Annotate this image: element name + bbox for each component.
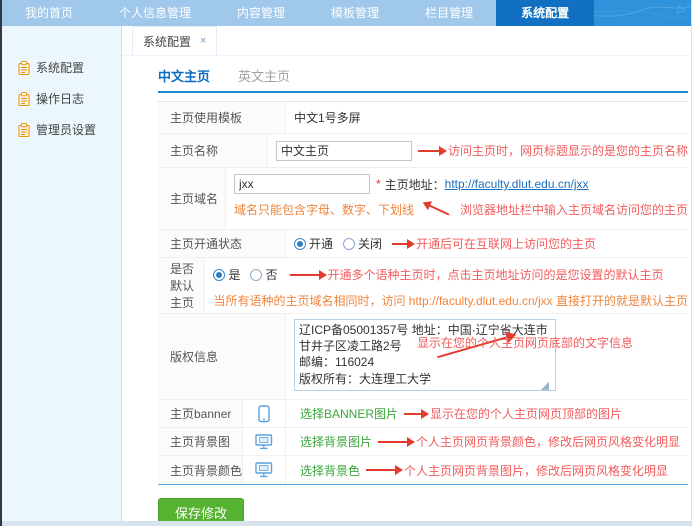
tab-bar: 系统配置 × — [122, 26, 691, 56]
sidebar-item-label: 操作日志 — [36, 90, 84, 107]
clipboard-icon — [18, 92, 30, 106]
tab-system-config[interactable]: 系统配置 × — [132, 26, 217, 55]
tab-label: 系统配置 — [143, 33, 191, 50]
row-background-image: 主页背景图 选择背景图片 个人主页网页背 — [158, 428, 688, 456]
domain-input[interactable] — [234, 174, 370, 194]
field-label: 主页开通状态 — [158, 230, 286, 257]
domain-hint: 域名只能包含字母、数字、下划线 — [234, 201, 414, 218]
field-label: 主页背景颜色 — [158, 456, 243, 484]
nav-decoration — [594, 0, 691, 26]
icon-cell — [243, 400, 286, 427]
homepage-name-note: 访问主页时，网页标题显示的是您的主页名称 — [448, 142, 688, 159]
field-label: 主页使用模板 — [158, 102, 286, 133]
radio-open-label[interactable]: 开通 — [309, 235, 333, 252]
nav-item-column-mgmt[interactable]: 栏目管理 — [402, 0, 496, 26]
row-domain: 主页域名 * 主页地址： http://faculty.dlut.edu.cn/… — [158, 168, 688, 230]
window-bottom-edge — [0, 521, 691, 526]
row-background-color: 主页背景颜色 选择背景色 个人主页网页背 — [158, 456, 688, 484]
clipboard-icon — [18, 123, 30, 137]
settings-form: 主页使用模板 中文1号多屏 主页名称 访问主页时，网页标题显示的是您的主页名称 — [158, 101, 688, 485]
sidebar: 系统配置 操作日志 管理员设置 — [2, 26, 122, 526]
homepage-address-link[interactable]: http://faculty.dlut.edu.cn/jxx — [445, 177, 589, 191]
field-label: 版权信息 — [158, 314, 286, 399]
icon-cell — [243, 456, 286, 484]
radio-no[interactable] — [250, 269, 262, 281]
app-window: 我的首页 个人信息管理 内容管理 模板管理 栏目管理 系统配置 系统配置 操作日… — [0, 0, 692, 526]
address-label: 主页地址： — [385, 176, 445, 193]
tablet-icon — [257, 405, 271, 423]
row-copyright: 版权信息 辽ICP备05001357号 地址：中国·辽宁省大连市甘井子区凌工路2… — [158, 314, 688, 400]
domain-note: 浏览器地址栏中输入主页域名访问您的主页 — [460, 201, 688, 218]
field-label: 是否默认主页 — [158, 258, 205, 313]
row-open-status: 主页开通状态 开通 关闭 开通后可在互联网上访问您的主页 — [158, 230, 688, 258]
choose-banner-link[interactable]: 选择BANNER图片 — [300, 405, 398, 422]
radio-closed[interactable] — [343, 238, 355, 250]
monitor-icon — [255, 462, 273, 478]
sidebar-item-label: 系统配置 — [36, 59, 84, 76]
row-template: 主页使用模板 中文1号多屏 — [158, 102, 688, 134]
default-homepage-hint: 当所有语种的主页域名相同时，访问 http://faculty.dlut.edu… — [213, 294, 688, 308]
sidebar-item-admin-settings[interactable]: 管理员设置 — [2, 114, 121, 145]
sidebar-item-operation-log[interactable]: 操作日志 — [2, 83, 121, 114]
arrow-icon — [378, 441, 408, 443]
copyright-note: 显示在您的个人主页网页底部的文字信息 — [417, 334, 633, 351]
monitor-icon — [255, 434, 273, 450]
homepage-name-input[interactable] — [276, 141, 412, 161]
row-default-homepage: 是否默认主页 是 否 开通多个语种主页时，点击主页地址访问的是您设置的默认主页 — [158, 258, 688, 314]
content-area: 中文主页 英文主页 主页使用模板 中文1号多屏 主页名称 — [122, 56, 691, 526]
nav-item-home[interactable]: 我的首页 — [2, 0, 96, 26]
arrow-icon — [418, 150, 440, 152]
choose-bg-image-link[interactable]: 选择背景图片 — [300, 433, 372, 450]
tabs-underline — [158, 91, 688, 93]
close-icon[interactable]: × — [200, 35, 206, 47]
body-row: 系统配置 操作日志 管理员设置 系统配置 × 中文主页 — [2, 26, 691, 526]
row-banner: 主页banner 选择BANNER图片 显示在您的个人主页网页顶部的图片 — [158, 400, 688, 428]
main-panel: 系统配置 × 中文主页 英文主页 主页使用模板 中文1号多屏 — [122, 26, 691, 526]
clipboard-icon — [18, 61, 30, 75]
nav-item-template-mgmt[interactable]: 模板管理 — [308, 0, 402, 26]
sidebar-item-system-config[interactable]: 系统配置 — [2, 52, 121, 83]
language-tabs: 中文主页 英文主页 — [158, 60, 691, 90]
field-label: 主页背景图 — [158, 428, 243, 455]
arrow-icon — [392, 243, 408, 245]
nav-item-system-config-active[interactable]: 系统配置 — [496, 0, 594, 26]
required-asterisk: * — [376, 177, 381, 191]
sidebar-item-label: 管理员设置 — [36, 121, 96, 138]
radio-no-label[interactable]: 否 — [265, 266, 277, 283]
default-homepage-note: 开通多个语种主页时，点击主页地址访问的是您设置的默认主页 — [328, 266, 664, 283]
arrow-icon — [290, 274, 320, 276]
background-image-note: 个人主页网页背景颜色，修改后网页风格变化明显 — [416, 433, 680, 450]
radio-yes[interactable] — [213, 269, 225, 281]
template-value: 中文1号多屏 — [294, 109, 361, 126]
copyright-textarea[interactable]: 辽ICP备05001357号 地址：中国·辽宁省大连市甘井子区凌工路2号 邮编：… — [294, 319, 556, 391]
background-color-note: 个人主页网页背景图片，修改后网页风格变化明显 — [404, 462, 668, 479]
nav-item-content-mgmt[interactable]: 内容管理 — [214, 0, 308, 26]
top-navigation: 我的首页 个人信息管理 内容管理 模板管理 栏目管理 系统配置 — [2, 0, 691, 26]
window-left-edge — [0, 0, 2, 526]
tab-chinese-home[interactable]: 中文主页 — [158, 66, 210, 85]
banner-note: 显示在您的个人主页网页顶部的图片 — [430, 405, 622, 422]
radio-open[interactable] — [294, 238, 306, 250]
nav-item-personal-info[interactable]: 个人信息管理 — [96, 0, 214, 26]
arrow-icon — [429, 204, 450, 215]
open-status-note: 开通后可在互联网上访问您的主页 — [416, 235, 596, 252]
arrow-icon — [366, 469, 396, 471]
field-label: 主页域名 — [158, 168, 226, 229]
nav-group: 我的首页 个人信息管理 内容管理 模板管理 栏目管理 — [2, 0, 496, 26]
radio-yes-label[interactable]: 是 — [228, 266, 240, 283]
row-homepage-name: 主页名称 访问主页时，网页标题显示的是您的主页名称 — [158, 134, 688, 168]
field-label: 主页名称 — [158, 134, 268, 167]
tab-english-home[interactable]: 英文主页 — [238, 66, 290, 85]
icon-cell — [243, 428, 286, 455]
arrow-icon — [404, 413, 422, 415]
choose-bg-color-link[interactable]: 选择背景色 — [300, 462, 360, 479]
field-label: 主页banner — [158, 400, 243, 427]
radio-closed-label[interactable]: 关闭 — [358, 235, 382, 252]
